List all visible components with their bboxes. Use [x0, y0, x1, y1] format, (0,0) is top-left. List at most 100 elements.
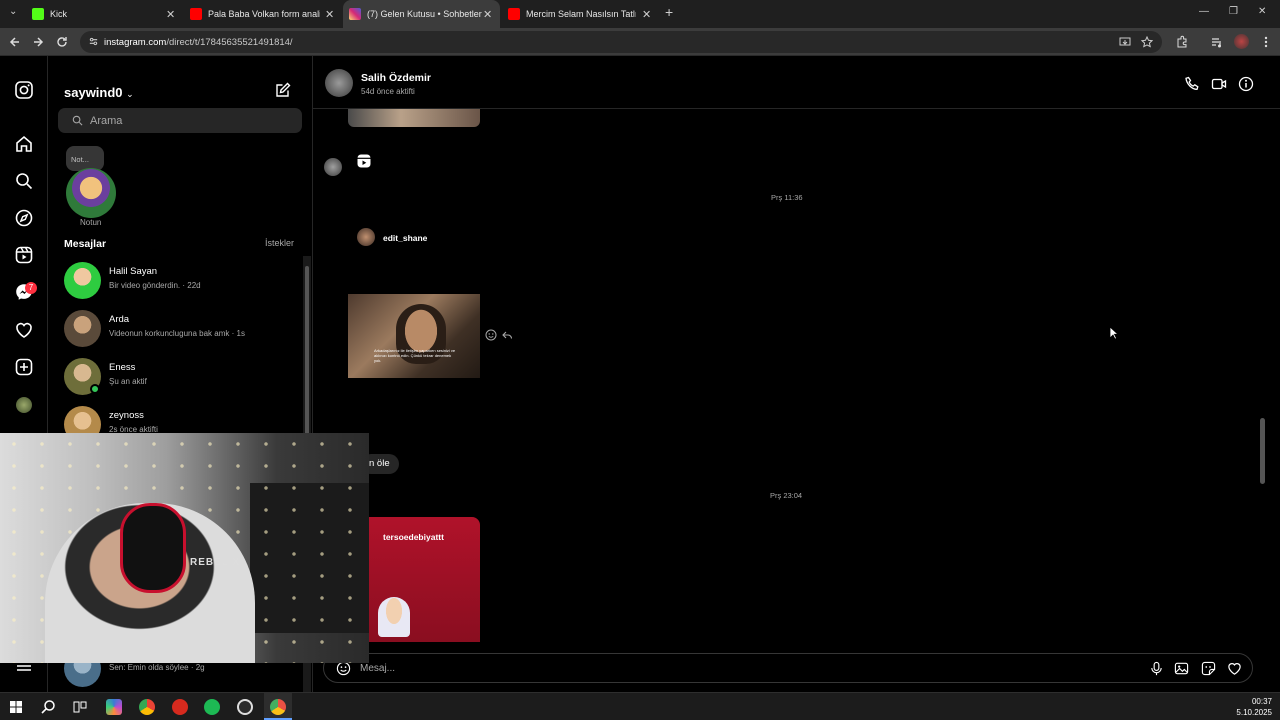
requests-link[interactable]: İstekler — [265, 238, 294, 248]
webcam-overlay: REBEL X — [0, 433, 369, 663]
sender-avatar — [324, 158, 342, 176]
messages-section-title: Mesajlar — [64, 238, 107, 250]
search-input[interactable] — [90, 113, 290, 128]
spotify-app-icon[interactable] — [204, 699, 220, 715]
search-box[interactable] — [58, 108, 302, 133]
headset-brand-text: REBEL X — [190, 557, 241, 568]
task-view-icon[interactable] — [72, 699, 88, 715]
conversation-info-icon[interactable] — [1238, 76, 1254, 92]
message-input[interactable] — [360, 661, 1120, 676]
contact-avatar[interactable] — [325, 69, 353, 97]
reels-icon[interactable] — [14, 245, 34, 265]
more-menu-icon[interactable] — [1259, 35, 1273, 49]
chat-panel: Salih Özdemir 54d önce aktifti Prş 11:36… — [313, 56, 1280, 692]
tab-close-icon[interactable]: ✕ — [325, 8, 334, 21]
tab-youtube-2[interactable]: Mercim Selam Nasılsın Tatlım ? ✕ — [508, 0, 658, 28]
account-switcher[interactable]: saywind0 ⌄ — [64, 85, 134, 100]
reply-arrow-icon[interactable] — [501, 329, 513, 341]
profile-avatar[interactable] — [1234, 34, 1249, 49]
emoji-picker-icon[interactable] — [336, 661, 351, 676]
shared-reel-thumbnail[interactable]: Arkadaşlarınız ile iletişim yaparken ses… — [348, 294, 480, 378]
chevron-down-icon: ⌄ — [126, 89, 134, 99]
media-controls-icon[interactable] — [1210, 35, 1224, 49]
close-window-button[interactable]: ✕ — [1258, 6, 1266, 17]
sticker-icon[interactable] — [1201, 661, 1216, 676]
active-app-indicator — [264, 693, 292, 720]
windows-taskbar: 00:37 5.10.2025 — [0, 692, 1280, 720]
search-icon[interactable] — [14, 171, 34, 191]
conversation-item[interactable]: Eness Şu an aktif — [48, 352, 302, 400]
scrollbar-thumb[interactable] — [1260, 418, 1265, 484]
explore-compass-icon[interactable] — [14, 208, 34, 228]
avatar — [64, 262, 101, 299]
windows-start-icon[interactable] — [8, 699, 24, 715]
kick-favicon-icon — [32, 8, 44, 20]
shared-post-username[interactable]: tersoedebiyattt — [383, 532, 444, 542]
address-bar[interactable]: instagram.com/direct/t/17845635521491814… — [80, 31, 1162, 53]
mouse-cursor-icon — [1109, 326, 1119, 340]
react-emoji-icon[interactable] — [485, 329, 497, 341]
chat-header: Salih Özdemir 54d önce aktifti — [313, 56, 1280, 109]
webcam-headset-image — [120, 503, 186, 593]
youtube-favicon-icon — [508, 8, 520, 20]
install-app-icon[interactable] — [1119, 36, 1131, 48]
create-plus-icon[interactable] — [14, 357, 34, 377]
youtube-favicon-icon — [190, 8, 202, 20]
chrome-app-icon[interactable] — [139, 699, 155, 715]
restore-button[interactable]: ❐ — [1229, 6, 1238, 17]
reel-caption: Arkadaşlarınız ile iletişim yaparken ses… — [374, 348, 456, 363]
shared-post-username[interactable]: edit_shane — [383, 233, 427, 243]
search-icon — [72, 115, 83, 126]
notification-count-badge: 7 — [25, 282, 37, 294]
avatar — [64, 310, 101, 347]
scrollbar-thumb[interactable] — [305, 266, 309, 446]
message-composer — [323, 653, 1253, 683]
conversation-item[interactable]: Halil Sayan Bir video gönderdin. · 22d — [48, 256, 302, 304]
tab-kick[interactable]: Kick ✕ — [30, 0, 180, 28]
tab-instagram[interactable]: (7) Gelen Kutusu • Sohbetler ✕ — [343, 0, 500, 28]
system-clock[interactable]: 00:37 5.10.2025 — [1236, 696, 1272, 718]
taskbar-search-icon[interactable] — [40, 699, 56, 715]
message-timestamp: Prş 23:04 — [770, 491, 803, 500]
site-info-icon[interactable] — [88, 36, 99, 47]
tab-close-icon[interactable]: ✕ — [166, 8, 175, 21]
notifications-heart-icon[interactable] — [14, 320, 34, 340]
copilot-app-icon[interactable] — [106, 699, 122, 715]
tab-close-icon[interactable]: ✕ — [483, 8, 492, 21]
home-icon[interactable] — [14, 134, 34, 154]
attach-image-icon[interactable] — [1174, 661, 1189, 676]
obs-app-icon[interactable] — [237, 699, 253, 715]
own-note-avatar[interactable] — [66, 168, 116, 218]
new-message-compose-icon[interactable] — [275, 82, 291, 98]
reels-shared-icon[interactable] — [356, 153, 372, 169]
new-tab-button[interactable]: + — [665, 4, 673, 20]
conversation-item[interactable]: Arda Videonun korkuncluguna bak amk · 1s — [48, 304, 302, 352]
online-status-dot — [90, 384, 100, 394]
like-heart-icon[interactable] — [1227, 661, 1242, 676]
forward-arrow-icon[interactable] — [31, 35, 45, 49]
video-call-icon[interactable] — [1211, 76, 1227, 92]
browser-tab-strip: ⌄ Kick ✕ Pala Baba Volkan form analiz (a… — [0, 0, 1280, 28]
note-bubble[interactable]: Not... — [66, 146, 104, 171]
voice-message-mic-icon[interactable] — [1149, 661, 1164, 676]
tab-search-chevron-icon[interactable]: ⌄ — [9, 6, 17, 17]
tab-youtube-1[interactable]: Pala Baba Volkan form analiz (a ✕ — [190, 0, 340, 28]
chat-scrollbar[interactable] — [1258, 112, 1268, 642]
browser-toolbar: instagram.com/direct/t/17845635521491814… — [0, 28, 1280, 56]
shared-post-avatar — [357, 228, 375, 246]
profile-avatar[interactable] — [16, 397, 32, 413]
instagram-logo-icon[interactable] — [14, 80, 34, 100]
url-text: instagram.com/direct/t/17845635521491814… — [104, 37, 293, 48]
minimize-button[interactable]: — — [1199, 6, 1209, 17]
shared-image-preview[interactable] — [348, 109, 480, 127]
voice-call-phone-icon[interactable] — [1184, 76, 1200, 92]
tab-close-icon[interactable]: ✕ — [642, 8, 651, 21]
message-timestamp: Prş 11:36 — [771, 193, 803, 202]
back-arrow-icon[interactable] — [8, 35, 22, 49]
reload-icon[interactable] — [55, 35, 69, 49]
contact-name[interactable]: Salih Özdemir — [361, 72, 431, 84]
opera-app-icon[interactable] — [172, 699, 188, 715]
reel-child-image — [378, 597, 410, 637]
extensions-puzzle-icon[interactable] — [1175, 35, 1189, 49]
bookmark-star-icon[interactable] — [1141, 36, 1153, 48]
